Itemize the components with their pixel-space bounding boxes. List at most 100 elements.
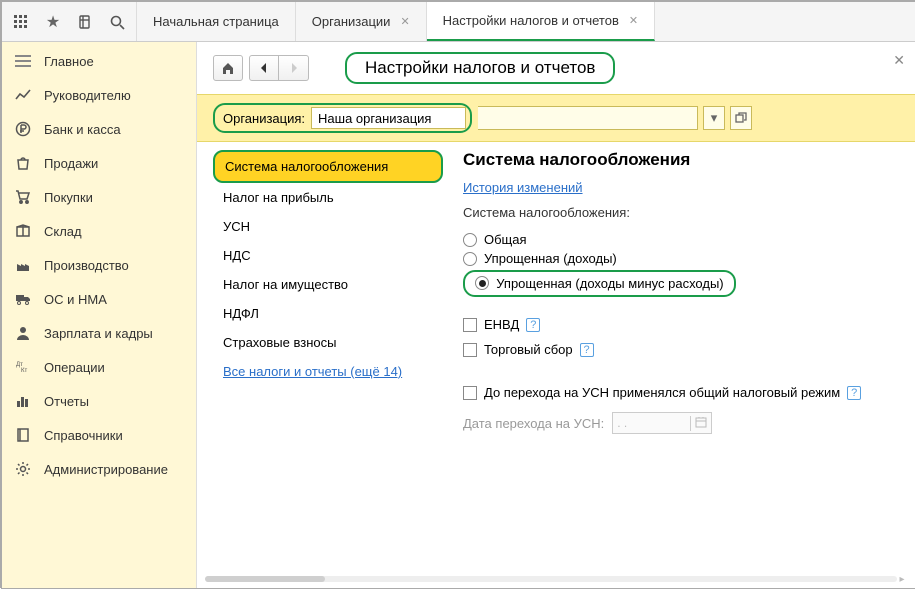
nav-more-link[interactable]: Все налоги и отчеты (ещё 14) bbox=[213, 357, 443, 386]
sidebar-item-operations[interactable]: ДтКтОперации bbox=[2, 350, 196, 384]
check-label: До перехода на УСН применялся общий нало… bbox=[484, 385, 840, 400]
radio-option-general[interactable]: Общая bbox=[463, 230, 903, 249]
gear-icon bbox=[14, 460, 32, 478]
check-label: ЕНВД bbox=[484, 317, 519, 332]
truck-icon bbox=[14, 290, 32, 308]
tabs-row: Начальная страница Организации✕ Настройк… bbox=[137, 2, 655, 41]
hint-icon[interactable]: ? bbox=[847, 386, 861, 400]
sidebar-item-production[interactable]: Производство bbox=[2, 248, 196, 282]
ruble-icon bbox=[14, 120, 32, 138]
nav-item-usn[interactable]: УСН bbox=[213, 212, 443, 241]
close-icon[interactable]: ✕ bbox=[400, 15, 409, 28]
sidebar-item-references[interactable]: Справочники bbox=[2, 418, 196, 452]
sidebar-item-salary[interactable]: Зарплата и кадры bbox=[2, 316, 196, 350]
check-envd[interactable]: ЕНВД? bbox=[463, 315, 903, 334]
transition-date-input[interactable]: . . bbox=[612, 412, 712, 434]
sidebar-item-label: Главное bbox=[44, 54, 94, 69]
radio-label: Общая bbox=[484, 232, 527, 247]
calendar-icon[interactable] bbox=[690, 416, 707, 431]
radio-highlight: Упрощенная (доходы минус расходы) bbox=[463, 270, 736, 297]
forward-button[interactable] bbox=[279, 55, 309, 81]
nav-item-insurance[interactable]: Страховые взносы bbox=[213, 328, 443, 357]
open-ref-button[interactable] bbox=[730, 106, 752, 130]
radio-group: Общая Упрощенная (доходы) Упрощенная (до… bbox=[463, 230, 903, 299]
nav-item-label: Налог на прибыль bbox=[223, 190, 334, 205]
radio-group-label: Система налогообложения: bbox=[463, 205, 903, 220]
sidebar-item-bank[interactable]: Банк и касса bbox=[2, 112, 196, 146]
nav-item-label: НДС bbox=[223, 248, 251, 263]
nav-item-tax-system[interactable]: Система налогообложения bbox=[213, 150, 443, 183]
checkbox-icon bbox=[463, 318, 477, 332]
dropdown-button[interactable]: ▾ bbox=[703, 106, 725, 130]
favorite-star-icon[interactable]: ★ bbox=[38, 7, 68, 37]
tab-label: Начальная страница bbox=[153, 14, 279, 29]
panel-title: Система налогообложения bbox=[463, 150, 903, 170]
check-trade-fee[interactable]: Торговый сбор? bbox=[463, 340, 903, 359]
scroll-track bbox=[205, 576, 897, 582]
nav-item-label: Налог на имущество bbox=[223, 277, 348, 292]
close-icon[interactable]: ✕ bbox=[629, 14, 638, 27]
sidebar-item-label: Руководителю bbox=[44, 88, 131, 103]
radio-option-usn-income[interactable]: Упрощенная (доходы) bbox=[463, 249, 903, 268]
home-button[interactable] bbox=[213, 55, 243, 81]
toolbar-icon-group: ★ bbox=[2, 2, 137, 41]
organization-input[interactable] bbox=[311, 107, 466, 129]
history-link[interactable]: История изменений bbox=[463, 180, 583, 195]
sidebar-item-warehouse[interactable]: Склад bbox=[2, 214, 196, 248]
scroll-right-icon[interactable]: ▸ bbox=[897, 574, 907, 585]
nav-more-label: Все налоги и отчеты (ещё 14) bbox=[223, 364, 402, 379]
check-prev-regime[interactable]: До перехода на УСН применялся общий нало… bbox=[463, 383, 903, 402]
organization-label: Организация: bbox=[223, 111, 305, 126]
checkbox-icon bbox=[463, 343, 477, 357]
transition-date-row: Дата перехода на УСН: . . bbox=[463, 412, 903, 434]
organization-ext-field[interactable] bbox=[478, 106, 698, 130]
main-header: Настройки налогов и отчетов ✕ bbox=[197, 42, 915, 94]
sidebar-item-label: Банк и касса bbox=[44, 122, 121, 137]
sidebar-item-purchases[interactable]: Покупки bbox=[2, 180, 196, 214]
apps-grid-icon[interactable] bbox=[6, 7, 36, 37]
hint-icon[interactable]: ? bbox=[580, 343, 594, 357]
sidebar-item-assets[interactable]: ОС и НМА bbox=[2, 282, 196, 316]
nav-item-profit-tax[interactable]: Налог на прибыль bbox=[213, 183, 443, 212]
radio-icon bbox=[463, 252, 477, 266]
sidebar-item-label: Справочники bbox=[44, 428, 123, 443]
box-icon bbox=[14, 222, 32, 240]
tab-label: Настройки налогов и отчетов bbox=[443, 13, 619, 28]
svg-text:Кт: Кт bbox=[21, 368, 27, 374]
body-row: Главное Руководителю Банк и касса Продаж… bbox=[2, 42, 915, 588]
scroll-thumb[interactable] bbox=[205, 576, 325, 582]
nav-item-property-tax[interactable]: Налог на имущество bbox=[213, 270, 443, 299]
close-page-button[interactable]: ✕ bbox=[893, 52, 905, 69]
dkt-icon: ДтКт bbox=[14, 358, 32, 376]
page-title: Настройки налогов и отчетов bbox=[345, 52, 615, 84]
sidebar-item-reports[interactable]: Отчеты bbox=[2, 384, 196, 418]
back-button[interactable] bbox=[249, 55, 279, 81]
sidebar-item-label: Администрирование bbox=[44, 462, 168, 477]
check-group: ЕНВД? Торговый сбор? bbox=[463, 315, 903, 359]
sidebar-item-label: Отчеты bbox=[44, 394, 89, 409]
history-icon[interactable] bbox=[70, 7, 100, 37]
horizontal-scrollbar[interactable]: ▸ bbox=[197, 574, 915, 584]
sidebar-item-label: ОС и НМА bbox=[44, 292, 107, 307]
bars-icon bbox=[14, 52, 32, 70]
sidebar-item-main[interactable]: Главное bbox=[2, 44, 196, 78]
nav-item-ndfl[interactable]: НДФЛ bbox=[213, 299, 443, 328]
sidebar: Главное Руководителю Банк и касса Продаж… bbox=[2, 42, 197, 588]
date-placeholder: . . bbox=[617, 416, 627, 430]
person-icon bbox=[14, 324, 32, 342]
radio-icon bbox=[475, 276, 489, 290]
sidebar-item-manager[interactable]: Руководителю bbox=[2, 78, 196, 112]
sidebar-item-label: Производство bbox=[44, 258, 129, 273]
organization-bar: Организация: ▾ bbox=[197, 94, 915, 142]
tab-tax-settings[interactable]: Настройки налогов и отчетов ✕ bbox=[427, 2, 655, 41]
sidebar-item-admin[interactable]: Администрирование bbox=[2, 452, 196, 486]
tab-home[interactable]: Начальная страница bbox=[137, 2, 296, 41]
nav-item-nds[interactable]: НДС bbox=[213, 241, 443, 270]
radio-option-usn-income-expense[interactable]: Упрощенная (доходы минус расходы) bbox=[463, 268, 903, 299]
hint-icon[interactable]: ? bbox=[526, 318, 540, 332]
radio-label: Упрощенная (доходы минус расходы) bbox=[496, 276, 723, 291]
search-icon[interactable] bbox=[102, 7, 132, 37]
nav-item-label: Система налогообложения bbox=[225, 159, 388, 174]
sidebar-item-sales[interactable]: Продажи bbox=[2, 146, 196, 180]
tab-organizations[interactable]: Организации✕ bbox=[296, 2, 427, 41]
